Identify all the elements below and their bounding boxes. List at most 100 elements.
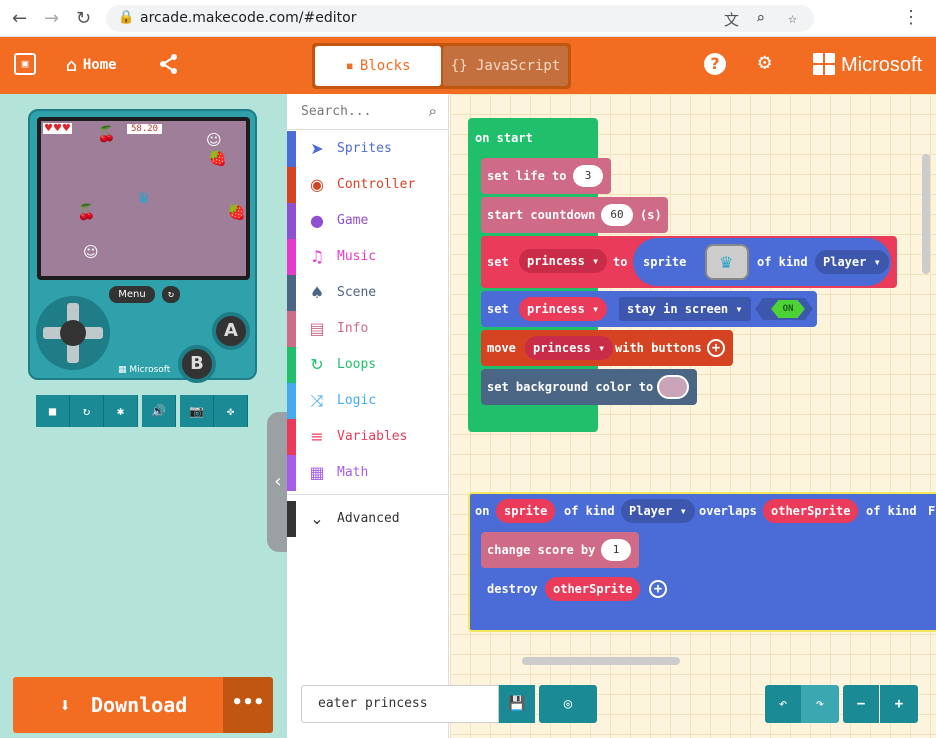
sound-icon[interactable]: 🔊 xyxy=(142,395,176,427)
button-b[interactable]: B xyxy=(178,345,216,383)
princess-variable-dropdown-2[interactable]: princess ▾ xyxy=(519,297,608,321)
category-variables[interactable]: ≡ Variables xyxy=(287,419,449,455)
controller-icon: ◉ xyxy=(310,175,324,194)
menu-button[interactable]: Menu xyxy=(109,286,155,303)
undo-icon[interactable]: ↶ xyxy=(765,685,801,723)
other-sprite-variable-2[interactable]: otherSprite xyxy=(545,577,641,601)
dpad[interactable] xyxy=(36,296,110,370)
button-a[interactable]: A xyxy=(212,312,250,350)
gear-icon[interactable]: ⚙ xyxy=(758,50,771,75)
browser-menu-icon[interactable]: ⋮ xyxy=(902,7,920,28)
home-button[interactable]: ⌂ Home xyxy=(66,55,117,76)
category-controller[interactable]: ◉ Controller xyxy=(287,167,449,203)
destroy-plus-icon[interactable]: + xyxy=(649,580,667,598)
device-brand-label: Microsoft xyxy=(129,365,171,375)
fullscreen-icon[interactable]: ✜ xyxy=(214,395,248,427)
translate-icon[interactable]: 文 xyxy=(724,9,739,30)
redo-icon[interactable]: ↷ xyxy=(801,685,839,723)
toolbox-search[interactable]: Search... ⌕ xyxy=(287,94,449,130)
other-sprite-variable[interactable]: otherSprite xyxy=(763,499,859,523)
stay-in-screen-dropdown[interactable]: stay in screen ▾ xyxy=(619,297,751,321)
kind-dropdown[interactable]: Player ▾ xyxy=(815,250,889,274)
category-bar xyxy=(287,419,296,455)
horizontal-scrollbar[interactable] xyxy=(522,657,680,665)
destroy-block[interactable]: destroy otherSprite + xyxy=(481,571,673,607)
set-label-2: set xyxy=(487,302,509,316)
kind-dropdown-2[interactable]: Player ▾ xyxy=(621,499,695,523)
project-name-input[interactable]: eater princess xyxy=(301,685,499,723)
destroy-label: destroy xyxy=(487,582,538,596)
start-countdown-block[interactable]: start countdown 60 (s) xyxy=(481,197,668,233)
restart-sim-icon[interactable]: ↻ xyxy=(70,395,104,427)
device-brand: ▦ Microsoft xyxy=(118,365,170,375)
sprite-variable[interactable]: sprite xyxy=(496,499,556,523)
variable-name: princess xyxy=(533,341,591,355)
search-input[interactable]: Search... xyxy=(301,104,371,119)
expand-plus-icon[interactable]: + xyxy=(707,339,725,357)
microsoft-logo[interactable]: Microsoft xyxy=(813,53,922,77)
category-math[interactable]: ▦ Math xyxy=(287,455,449,491)
princess-variable-dropdown-3[interactable]: princess ▾ xyxy=(525,336,614,360)
category-music[interactable]: ♫ Music xyxy=(287,239,449,275)
reload-icon[interactable]: ↻ xyxy=(76,8,91,29)
loops-icon: ↻ xyxy=(310,355,324,374)
category-sprites[interactable]: ➤ Sprites xyxy=(287,131,449,167)
category-advanced[interactable]: ⌄ Advanced xyxy=(287,501,449,537)
share-icon[interactable] xyxy=(158,53,180,80)
stay-in-screen-block[interactable]: set princess ▾ stay in screen ▾ ON xyxy=(481,291,817,327)
download-label: Download xyxy=(91,693,188,717)
category-loops[interactable]: ↻ Loops xyxy=(287,347,449,383)
strawberry-sprite-icon: 🍓 xyxy=(208,149,227,167)
kind-label: Player xyxy=(823,255,867,269)
toggle-track[interactable]: ON xyxy=(755,298,813,320)
zoom-icon[interactable]: ⌕ xyxy=(756,9,765,27)
debug-icon[interactable]: ✱ xyxy=(104,395,138,427)
blocks-workspace[interactable]: on start set life to 3 start countdown 6… xyxy=(450,94,936,738)
background-color-swatch[interactable] xyxy=(657,375,689,399)
more-options-button[interactable]: ••• xyxy=(223,677,273,733)
overlap-on-label: on xyxy=(475,504,490,518)
sprite-image-picker[interactable]: ♛ xyxy=(705,244,749,280)
url-text[interactable]: arcade.makecode.com/#editor xyxy=(140,10,356,26)
zoom-in-icon[interactable]: + xyxy=(880,685,918,723)
life-value-input[interactable]: 3 xyxy=(573,165,603,187)
forward-icon[interactable]: → xyxy=(44,8,59,29)
score-value-input[interactable]: 1 xyxy=(601,539,631,561)
search-icon[interactable]: ⌕ xyxy=(429,102,437,120)
arcade-logo-icon[interactable]: ▣ xyxy=(14,53,36,75)
star-icon[interactable]: ☆ xyxy=(788,9,797,27)
countdown-value-input[interactable]: 60 xyxy=(601,204,633,226)
set-sprite-block[interactable]: set princess ▾ to sprite ♛ of kind Playe… xyxy=(481,236,897,288)
screenshot-icon[interactable]: 📷 xyxy=(180,395,214,427)
category-game[interactable]: ● Game xyxy=(287,203,449,239)
toggle-on[interactable]: ON xyxy=(771,300,805,318)
zoom-out-icon[interactable]: − xyxy=(843,685,879,723)
category-logic[interactable]: ⤨ Logic xyxy=(287,383,449,419)
collapse-simulator-icon[interactable]: ‹ xyxy=(267,412,289,552)
github-icon[interactable]: ◎ xyxy=(539,685,597,723)
save-icon[interactable]: 💾 xyxy=(499,685,535,723)
flag-label: stay in screen xyxy=(627,302,729,316)
browser-chrome: ← → ↻ 🔒 arcade.makecode.com/#editor 文 ⌕ … xyxy=(0,0,936,37)
change-score-block[interactable]: change score by 1 xyxy=(481,532,639,568)
category-scene[interactable]: ♠ Scene xyxy=(287,275,449,311)
back-icon[interactable]: ← xyxy=(12,8,27,29)
category-info[interactable]: ▤ Info xyxy=(287,311,449,347)
tab-javascript[interactable]: {} JavaScript xyxy=(443,46,568,86)
restart-icon[interactable]: ↻ xyxy=(162,286,180,303)
vertical-scrollbar[interactable] xyxy=(922,154,930,274)
set-life-block[interactable]: set life to 3 xyxy=(481,158,611,194)
music-icon: ♫ xyxy=(309,247,325,266)
stop-icon[interactable]: ■ xyxy=(36,395,70,427)
set-background-block[interactable]: set background color to xyxy=(481,369,697,405)
download-button[interactable]: ⬇ Download xyxy=(13,677,223,733)
princess-variable-dropdown[interactable]: princess ▾ xyxy=(519,249,608,273)
game-screen[interactable]: ♥♥♥ 58.20 🍒 ☺ 🍓 ♛ 🍒 🍓 ☺ xyxy=(37,117,250,280)
help-icon[interactable]: ? xyxy=(704,53,726,75)
chevron-down-icon: ⌄ xyxy=(310,509,324,528)
sprite-of-kind-block[interactable]: sprite ♛ of kind Player ▾ xyxy=(633,238,891,286)
move-with-buttons-block[interactable]: move princess ▾ with buttons + xyxy=(481,330,733,366)
to-label: to xyxy=(613,255,628,269)
tab-blocks[interactable]: ▪ Blocks xyxy=(315,46,441,86)
address-bar[interactable]: 🔒 arcade.makecode.com/#editor 文 ⌕ ☆ xyxy=(106,5,814,32)
